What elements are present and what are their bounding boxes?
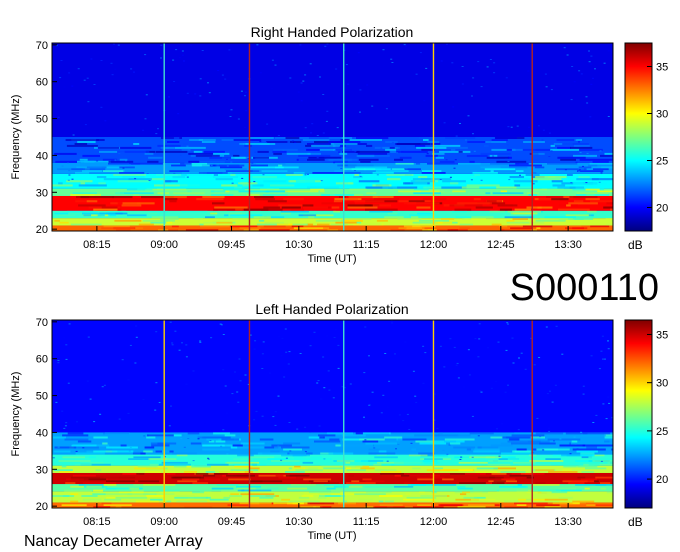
x-tick-label: 13:30 (554, 239, 582, 251)
x-tick-label: 08:15 (83, 239, 111, 251)
y-tick-label: 20 (36, 501, 48, 513)
colorbar-tick-label: 30 (656, 109, 668, 121)
x-tick-label: 12:00 (420, 516, 448, 528)
spectrogram-heatmap (52, 320, 614, 508)
colorbar-tick-label: 30 (656, 378, 668, 390)
colorbar-tick-label: 35 (656, 62, 668, 74)
x-tick-label: 09:00 (150, 516, 178, 528)
x-tick-label: 10:30 (285, 239, 313, 251)
y-tick-label: 60 (36, 77, 48, 89)
emission-band (52, 225, 613, 231)
figure-id-label: S000110 (510, 267, 659, 309)
emission-band (52, 484, 613, 492)
right-polarization-panel: Right Handed Polarization 20 30 40 50 60 70 0… (10, 24, 668, 265)
y-tick-label: 50 (36, 114, 48, 126)
x-tick-label: 09:00 (150, 239, 178, 251)
colorbar-tick-label: 35 (656, 329, 668, 341)
emission-band (52, 472, 613, 485)
y-tick-label: 60 (36, 354, 48, 366)
x-tick-label: 11:15 (353, 516, 380, 528)
emission-band (52, 491, 613, 503)
colorbar-tick-label: 20 (656, 474, 668, 486)
emission-band (52, 162, 613, 174)
y-tick-label: 30 (36, 187, 48, 199)
x-axis-label: Time (UT) (307, 253, 356, 265)
emission-band (52, 432, 613, 455)
colorbar-tick-label: 25 (656, 426, 668, 438)
emission-band (52, 195, 613, 211)
x-tick-label: 11:15 (353, 239, 380, 251)
panel-title: Right Handed Polarization (251, 24, 414, 40)
x-tick-label: 12:00 (420, 239, 448, 251)
observatory-label: Nancay Decameter Array (24, 533, 203, 550)
colorbar-tick-label: 25 (656, 156, 668, 168)
colorbar-scale (624, 42, 653, 232)
spectrogram-figure: S000110 Nancay Decameter Array Right Han… (10, 24, 668, 550)
x-tick-label: 10:30 (285, 516, 313, 528)
y-axis-label: Frequency (MHz) (10, 372, 22, 457)
y-tick-label: 70 (36, 317, 48, 329)
colorbar-unit-label: dB (628, 238, 643, 252)
x-tick-label: 13:30 (554, 516, 582, 528)
x-tick-label: 12:45 (487, 239, 515, 251)
panel-title: Left Handed Polarization (255, 301, 408, 317)
colorbar: 20 25 30 35 (624, 319, 668, 509)
left-polarization-panel: Left Handed Polarization 20 30 40 50 60 70 08… (10, 301, 668, 542)
y-tick-label: 70 (36, 40, 48, 52)
spectrogram-heatmap (52, 43, 613, 231)
colorbar-tick-label: 20 (656, 203, 668, 215)
y-tick-label: 50 (36, 391, 48, 403)
x-tick-label: 12:45 (487, 516, 515, 528)
emission-band (52, 502, 613, 508)
y-tick-label: 30 (36, 464, 48, 476)
y-axis-label: Frequency (MHz) (10, 95, 22, 180)
emission-band (52, 173, 613, 189)
y-tick-label: 40 (36, 150, 48, 162)
y-tick-label: 20 (36, 224, 48, 236)
emission-band (52, 210, 613, 219)
x-tick-label: 09:45 (218, 516, 246, 528)
x-axis-label: Time (UT) (307, 530, 356, 542)
x-tick-label: 08:15 (83, 516, 111, 528)
y-tick-label: 40 (36, 427, 48, 439)
emission-band (52, 137, 613, 163)
emission-band (52, 188, 613, 196)
x-tick-label: 09:45 (218, 239, 246, 251)
colorbar-unit-label: dB (628, 515, 643, 529)
emission-band (52, 465, 613, 473)
colorbar: 20 25 30 35 (624, 42, 668, 232)
emission-band (52, 454, 613, 466)
colorbar-scale (624, 319, 653, 509)
emission-band (52, 218, 613, 226)
